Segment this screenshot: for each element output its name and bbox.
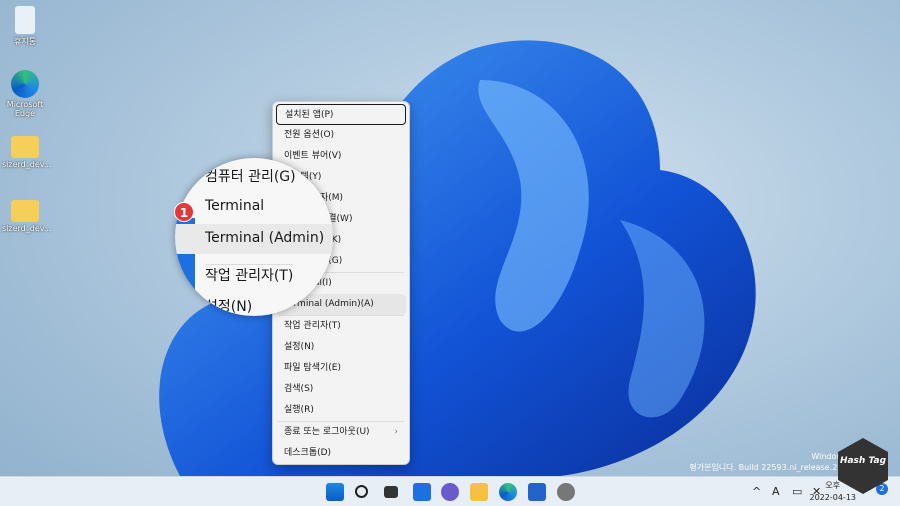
menu-item-search[interactable]: 검색(S) [276, 379, 406, 400]
menu-item-task-manager[interactable]: 작업 관리자(T) [276, 316, 406, 337]
ime-indicator[interactable]: A [772, 485, 780, 498]
magnified-settings: 설정(N) [205, 299, 253, 315]
menu-item-shutdown-signout[interactable]: 종료 또는 로그아웃(U) › [276, 422, 406, 443]
chat-icon[interactable] [441, 483, 459, 501]
start-icon[interactable] [326, 483, 344, 501]
taskbar: ^ A ▭ ✕ 오후 2022-04-13 2 [0, 476, 900, 506]
chevron-right-icon: › [394, 427, 398, 437]
menu-item-run[interactable]: 실행(R) [276, 400, 406, 421]
magnified-computer-management: 컴퓨터 관리(G) [205, 169, 296, 185]
desktop-icon-edge[interactable]: Microsoft Edge [2, 70, 48, 118]
recycle-bin-icon [15, 6, 35, 34]
widgets-icon[interactable] [413, 483, 431, 501]
menu-item-settings[interactable]: 설정(N) [276, 337, 406, 358]
zip-folder-icon [11, 136, 39, 158]
magnified-task-manager: 작업 관리자(T) [205, 264, 294, 285]
desktop-icon-folder-1[interactable]: sizerd_dev... [2, 136, 51, 169]
magnifier-callout: 컴퓨터 관리(G) Terminal Terminal (Admin) 작업 관… [175, 158, 333, 316]
file-explorer-icon[interactable] [470, 483, 488, 501]
menu-item-power-options[interactable]: 전원 옵션(O) [276, 125, 406, 146]
network-icon[interactable]: ▭ [792, 485, 802, 498]
menu-item-file-explorer[interactable]: 파일 탐색기(E) [276, 358, 406, 379]
menu-item-installed-apps[interactable]: 설치된 앱(P) [276, 104, 406, 125]
menu-item-desktop[interactable]: 데스크톱(D) [276, 443, 406, 464]
edge-taskbar-icon[interactable] [499, 483, 517, 501]
folder-icon [11, 200, 39, 222]
edge-icon [11, 70, 39, 98]
desktop-icon-recycle-bin[interactable]: 휴지통 [2, 6, 48, 47]
task-view-icon[interactable] [384, 486, 398, 498]
desktop-icon-folder-2[interactable]: sizerd_dev... [2, 200, 51, 233]
settings-gear-icon[interactable] [557, 483, 575, 501]
store-icon[interactable] [528, 483, 546, 501]
magnified-terminal-admin: Terminal (Admin) [205, 230, 325, 246]
tray-chevron-icon[interactable]: ^ [752, 485, 761, 498]
search-icon[interactable] [355, 485, 368, 498]
magnified-terminal: Terminal [205, 198, 265, 214]
menu-item-event-viewer[interactable]: 이벤트 뷰어(V) [276, 146, 406, 167]
step-badge: 1 [174, 202, 194, 222]
